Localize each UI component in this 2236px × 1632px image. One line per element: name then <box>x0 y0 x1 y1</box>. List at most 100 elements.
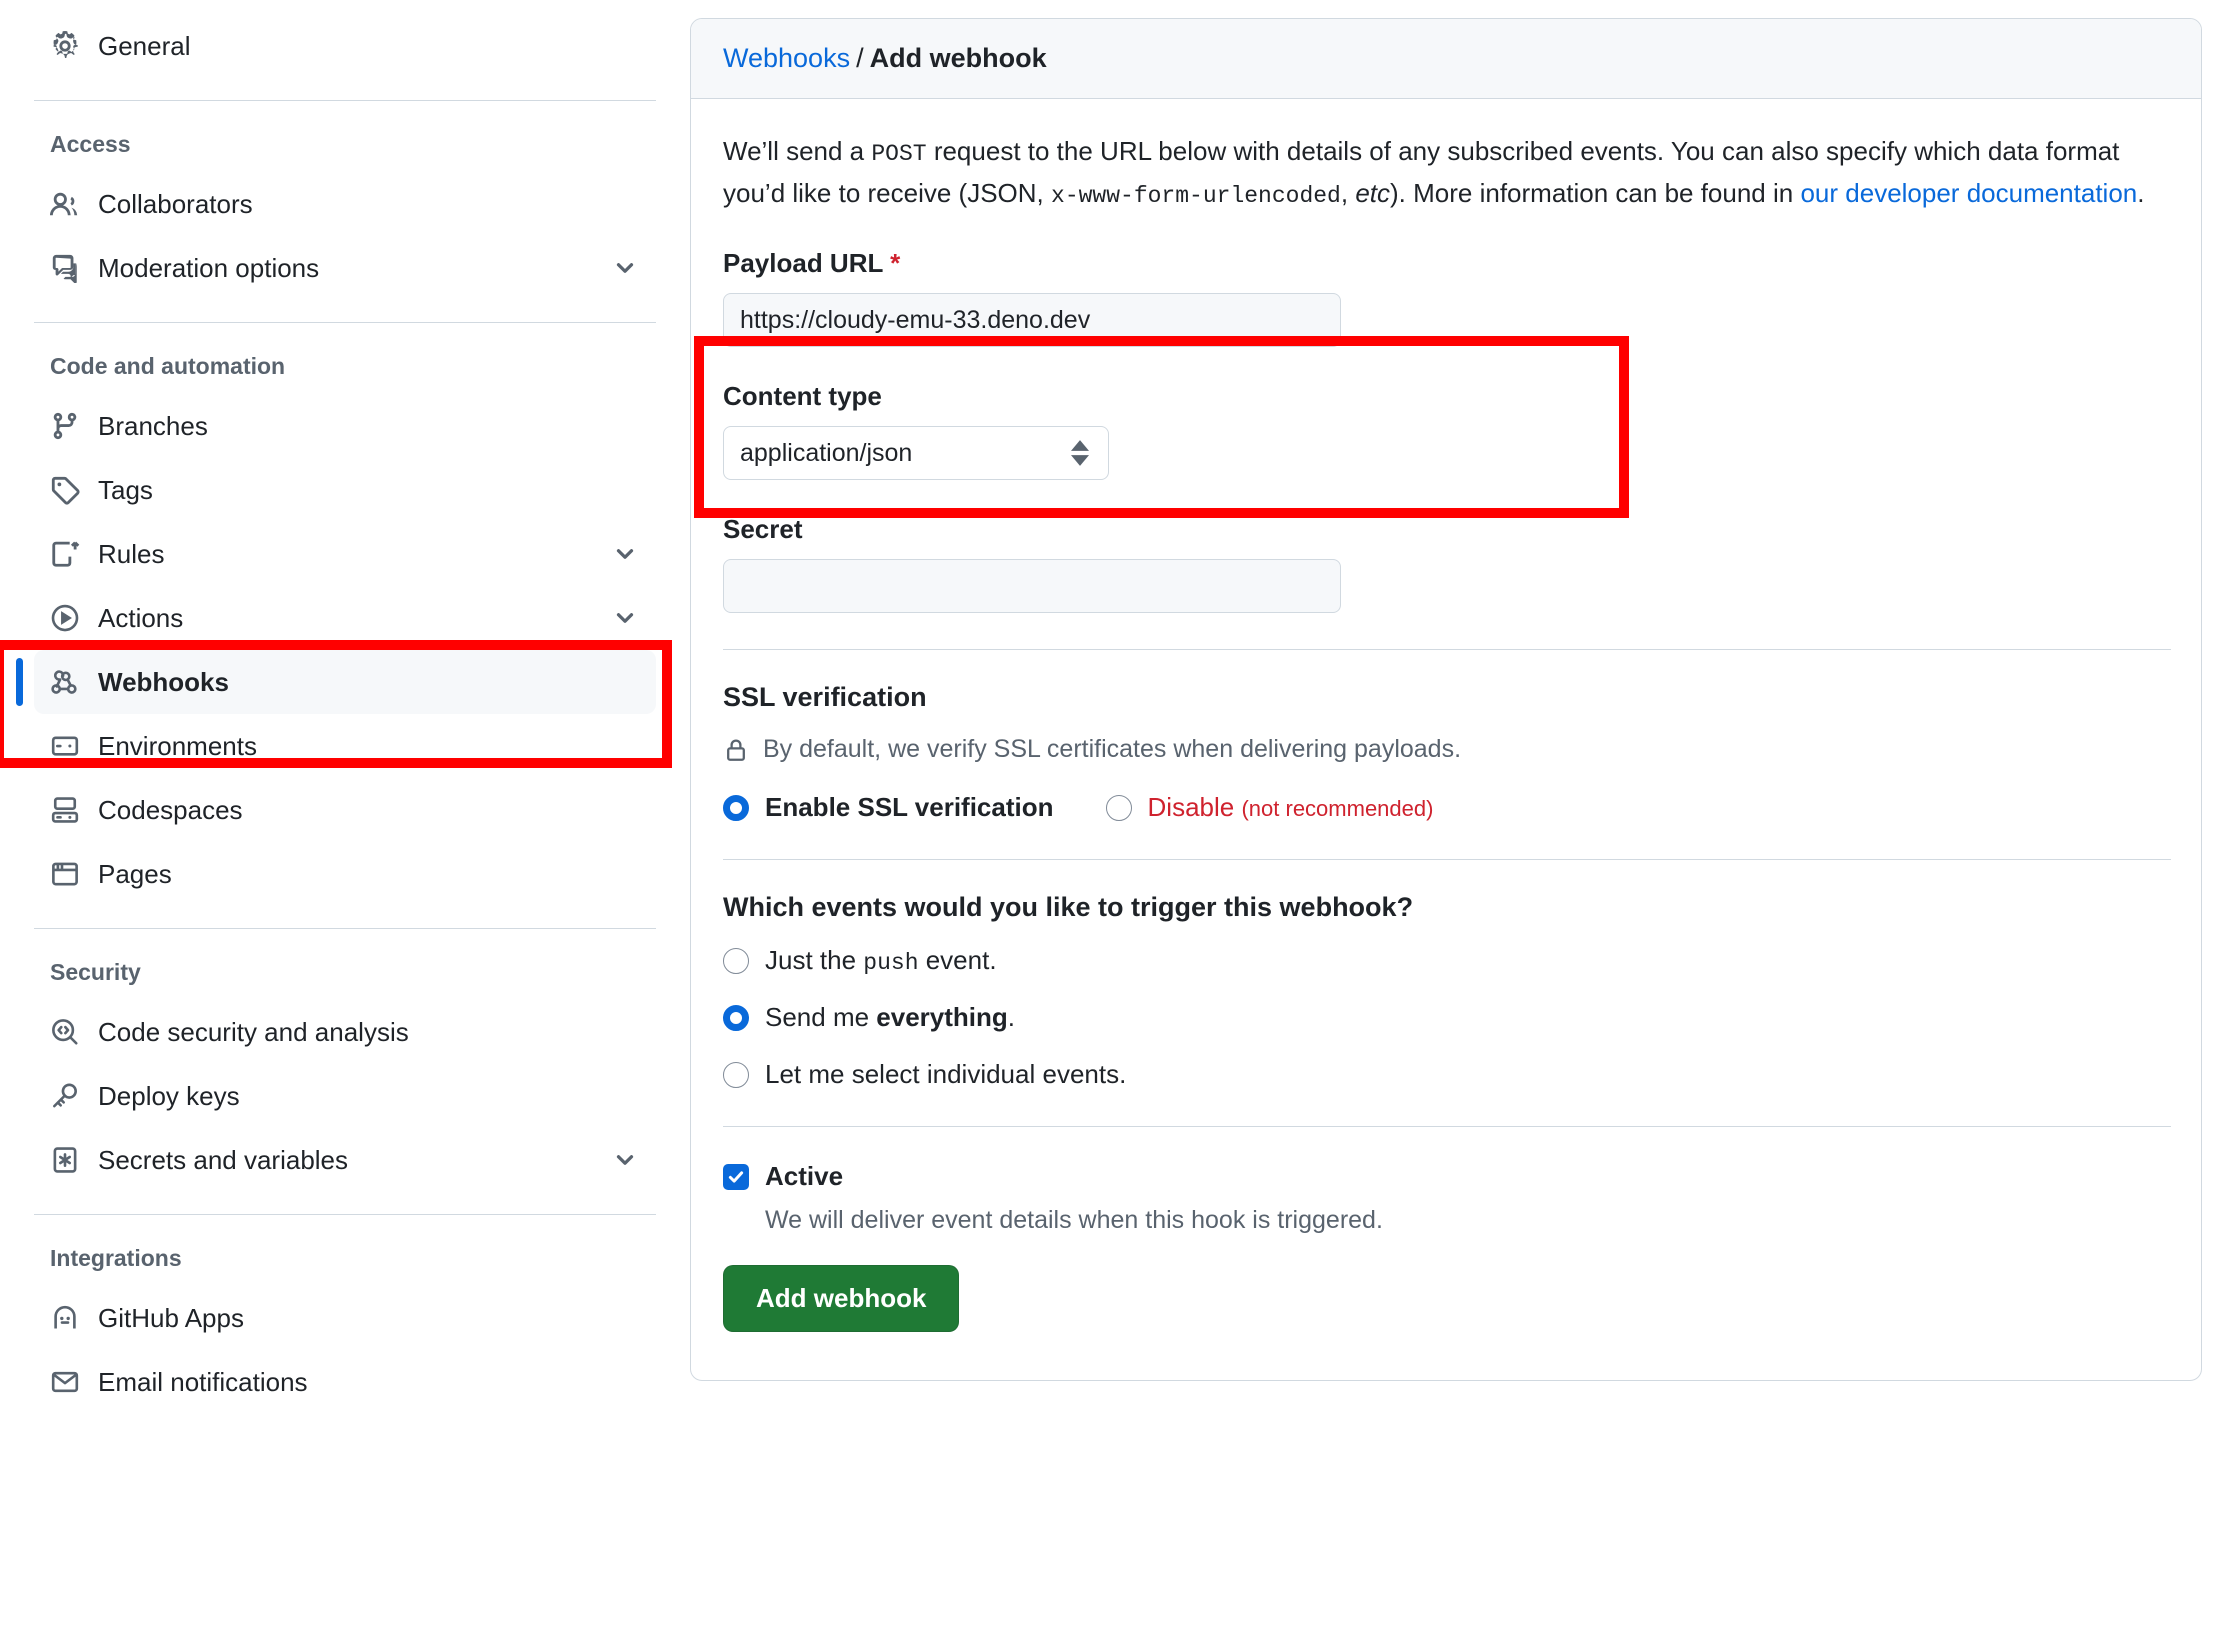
main-content: Webhooks/Add webhook We’ll send a POST r… <box>690 0 2236 1632</box>
settings-page: General Access Collaborators Moderation … <box>0 0 2236 1632</box>
ssl-note-text: By default, we verify SSL certificates w… <box>763 735 1461 764</box>
secret-field: Secret <box>723 514 2169 613</box>
breadcrumb-separator: / <box>856 43 864 73</box>
payload-url-label: Payload URL * <box>723 248 2169 279</box>
sidebar-item-label: Moderation options <box>98 253 592 284</box>
event-push-prefix: Just the <box>765 945 863 975</box>
radio-unselected-icon[interactable] <box>723 948 749 974</box>
people-icon <box>50 189 80 219</box>
event-push-suffix: event. <box>919 945 997 975</box>
content-type-selected-value: application/json <box>723 426 1109 480</box>
radio-selected-icon[interactable] <box>723 795 749 821</box>
sidebar-item-codespaces[interactable]: Codespaces <box>34 778 656 842</box>
chevron-down-icon[interactable] <box>610 603 640 633</box>
sidebar-item-label: GitHub Apps <box>98 1303 640 1334</box>
sidebar-item-branches[interactable]: Branches <box>34 394 656 458</box>
checkbox-checked-icon[interactable] <box>723 1164 749 1190</box>
radio-unselected-icon[interactable] <box>1106 795 1132 821</box>
chevron-down-icon[interactable] <box>610 1145 640 1175</box>
radio-unselected-icon[interactable] <box>723 1062 749 1088</box>
sidebar-item-deploy-keys[interactable]: Deploy keys <box>34 1064 656 1128</box>
intro-part3: , <box>1341 178 1355 208</box>
sidebar-item-label: Pages <box>98 859 640 890</box>
sidebar-item-code-security-and-analysis[interactable]: Code security and analysis <box>34 1000 656 1064</box>
event-option-individual[interactable]: Let me select individual events. <box>723 1059 2169 1090</box>
mail-icon <box>50 1367 80 1397</box>
breadcrumb-current: Add webhook <box>870 43 1047 73</box>
card-body: We’ll send a POST request to the URL bel… <box>691 99 2201 1380</box>
sidebar-section-code-and-automation: Code and automation <box>34 353 656 380</box>
sidebar-divider <box>34 928 656 929</box>
tag-icon <box>50 475 80 505</box>
sidebar-divider <box>34 1214 656 1215</box>
intro-part1: We’ll send a <box>723 136 871 166</box>
play-icon <box>50 603 80 633</box>
add-webhook-button[interactable]: Add webhook <box>723 1265 959 1332</box>
ssl-radio-group: Enable SSL verification Disable (not rec… <box>723 792 2169 823</box>
required-marker: * <box>890 248 900 278</box>
section-divider <box>723 649 2171 650</box>
ssl-enable-option[interactable]: Enable SSL verification <box>723 792 1054 823</box>
event-option-individual-label: Let me select individual events. <box>765 1059 1126 1090</box>
event-option-everything[interactable]: Send me everything. <box>723 1002 2169 1033</box>
sidebar-item-email-notifications[interactable]: Email notifications <box>34 1350 656 1414</box>
server-icon <box>50 731 80 761</box>
content-type-select[interactable]: application/json <box>723 426 1109 480</box>
event-option-push-label: Just the push event. <box>765 945 997 976</box>
sidebar-item-label: Email notifications <box>98 1367 640 1398</box>
section-divider <box>723 859 2171 860</box>
ssl-disable-text: Disable <box>1148 792 1235 822</box>
secret-input[interactable] <box>723 559 1341 613</box>
sidebar-item-moderation-options[interactable]: Moderation options <box>34 236 656 300</box>
ssl-enable-label: Enable SSL verification <box>765 792 1054 823</box>
ssl-disable-label: Disable (not recommended) <box>1148 792 1434 823</box>
intro-part4: ). More information can be found in <box>1390 178 1800 208</box>
rules-icon <box>50 539 80 569</box>
payload-url-field: Payload URL * <box>723 248 2169 347</box>
git-branch-icon <box>50 411 80 441</box>
key-icon <box>50 1081 80 1111</box>
sidebar-item-label: Secrets and variables <box>98 1145 592 1176</box>
events-question: Which events would you like to trigger t… <box>723 892 2169 923</box>
sidebar-item-label: General <box>98 31 640 62</box>
breadcrumb: Webhooks/Add webhook <box>691 19 2201 99</box>
payload-url-input[interactable] <box>723 293 1341 347</box>
breadcrumb-link-webhooks[interactable]: Webhooks <box>723 43 850 73</box>
radio-selected-icon[interactable] <box>723 1005 749 1031</box>
sidebar-item-label: Tags <box>98 475 640 506</box>
sidebar-item-label: Deploy keys <box>98 1081 640 1112</box>
sidebar-item-environments[interactable]: Environments <box>34 714 656 778</box>
developer-documentation-link[interactable]: our developer documentation <box>1800 178 2137 208</box>
sidebar-item-actions[interactable]: Actions <box>34 586 656 650</box>
sidebar-item-collaborators[interactable]: Collaborators <box>34 172 656 236</box>
sidebar-item-secrets-and-variables[interactable]: Secrets and variables <box>34 1128 656 1192</box>
sidebar-item-general[interactable]: General <box>34 14 656 78</box>
sidebar-item-label: Codespaces <box>98 795 640 826</box>
intro-part5: . <box>2137 178 2144 208</box>
sidebar-item-tags[interactable]: Tags <box>34 458 656 522</box>
active-checkbox-row[interactable]: Active <box>723 1161 2169 1192</box>
codescan-icon <box>50 1017 80 1047</box>
event-option-push[interactable]: Just the push event. <box>723 945 2169 976</box>
sidebar-item-rules[interactable]: Rules <box>34 522 656 586</box>
sidebar-item-webhooks[interactable]: Webhooks <box>34 650 656 714</box>
section-divider <box>723 1126 2171 1127</box>
sidebar-section-access: Access <box>34 131 656 158</box>
ssl-verification-title: SSL verification <box>723 682 2169 713</box>
event-everything-suffix: . <box>1008 1002 1015 1032</box>
chevron-down-icon[interactable] <box>610 539 640 569</box>
asterisk-box-icon <box>50 1145 80 1175</box>
chevron-down-icon[interactable] <box>610 253 640 283</box>
sidebar-item-pages[interactable]: Pages <box>34 842 656 906</box>
sidebar-item-label: Branches <box>98 411 640 442</box>
payload-url-label-text: Payload URL <box>723 248 883 278</box>
event-everything-prefix: Send me <box>765 1002 876 1032</box>
intro-text: We’ll send a POST request to the URL bel… <box>723 131 2169 214</box>
ssl-disable-option[interactable]: Disable (not recommended) <box>1106 792 1434 823</box>
sidebar-item-label: Webhooks <box>98 667 640 698</box>
sidebar-item-github-apps[interactable]: GitHub Apps <box>34 1286 656 1350</box>
sidebar-section-integrations: Integrations <box>34 1245 656 1272</box>
stepper-arrows-icon <box>1071 440 1089 466</box>
content-type-field: Content type application/json <box>723 381 2169 480</box>
sidebar-item-label: Actions <box>98 603 592 634</box>
